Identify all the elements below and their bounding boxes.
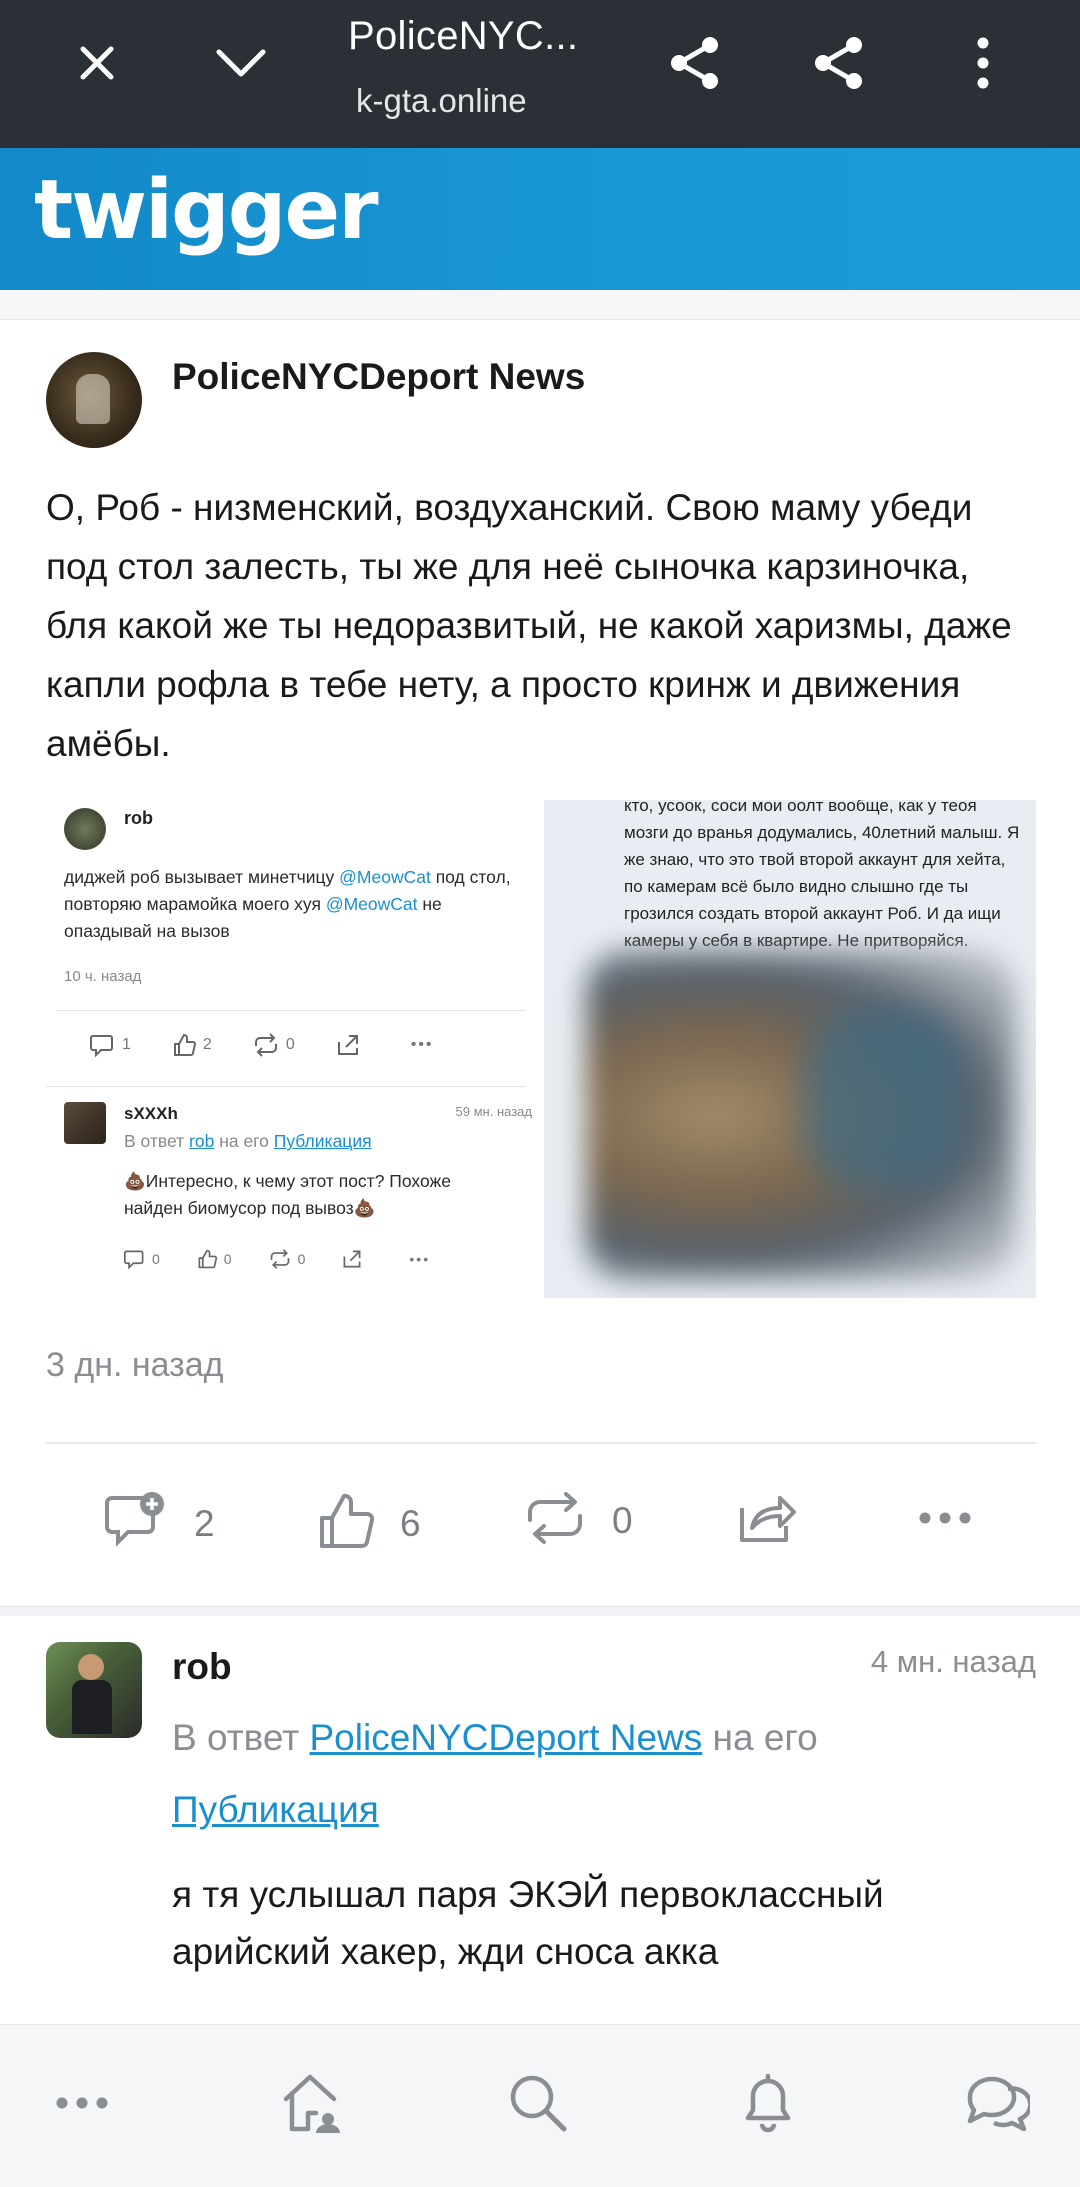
site-logo[interactable]: twigger	[34, 170, 379, 252]
chat-icon[interactable]	[960, 2067, 1032, 2139]
embedded-reply-author: sXXXh	[124, 1104, 178, 1123]
search-icon[interactable]	[502, 2067, 574, 2139]
share-out-icon	[335, 1032, 361, 1058]
embedded-screenshot-right: кто, усоок, соси мои оолт вообще, как у …	[544, 800, 1036, 1298]
repost-button[interactable]: 0	[522, 1488, 633, 1553]
page-url: k-gta.online	[356, 82, 527, 119]
comment-icon	[90, 1032, 116, 1058]
share-button[interactable]	[736, 1488, 798, 1553]
avatar[interactable]	[46, 352, 142, 448]
embedded-reply-time: 59 мн. назад	[455, 1104, 532, 1119]
share-icon-secondary[interactable]	[804, 28, 874, 98]
bell-icon[interactable]	[732, 2067, 804, 2139]
reply-target-link[interactable]: PoliceNYCDeport News	[310, 1717, 703, 1758]
comment-icon	[124, 1248, 146, 1270]
more-vertical-icon[interactable]	[948, 28, 1018, 98]
more-icon: •••	[410, 1036, 434, 1053]
divider	[46, 1086, 526, 1087]
repost-icon	[252, 1032, 280, 1058]
blurred-photo-detail	[804, 1010, 964, 1190]
post-author[interactable]: PoliceNYCDeport News	[172, 356, 585, 398]
more-options-button[interactable]	[918, 1510, 972, 1531]
comment-button[interactable]: 2	[104, 1488, 215, 1559]
embedded-reply-context: В ответ rob на его Публикация	[124, 1131, 372, 1151]
reply-text: я тя услышал паря ЭКЭЙ первоклассный ари…	[172, 1874, 884, 1972]
comment-count: 2	[194, 1502, 215, 1544]
bottom-nav	[0, 2024, 1080, 2187]
close-icon[interactable]	[62, 28, 132, 98]
reply-context: В ответ PoliceNYCDeport News на его Публи…	[172, 1717, 818, 1830]
embedded-author: rob	[124, 808, 153, 828]
post-image[interactable]: rob диджей роб вызывает минетчицу @MeowC…	[46, 800, 1036, 1298]
share-icon[interactable]	[660, 28, 730, 98]
like-icon	[316, 1488, 376, 1559]
embedded-reply-actions: 0 0 0 •••	[124, 1248, 430, 1270]
avatar[interactable]	[46, 1642, 142, 1738]
home-icon[interactable]	[276, 2067, 348, 2139]
embedded-post-text: диджей роб вызывает минетчицу @MeowCat п…	[64, 867, 511, 941]
like-count: 6	[400, 1502, 421, 1544]
divider	[56, 1010, 526, 1011]
avatar	[64, 1102, 106, 1144]
repost-count: 0	[612, 1499, 633, 1541]
site-header: twigger	[0, 148, 1080, 290]
page-title: PoliceNYC...	[348, 14, 579, 58]
reply-author[interactable]: rob	[172, 1646, 232, 1688]
post-text: О, Роб - низменский, воздуханский. Свою …	[46, 487, 1012, 764]
header-divider	[0, 290, 1080, 320]
embedded-actions: 1 2 0 •••	[90, 1032, 434, 1058]
repost-icon	[268, 1248, 292, 1270]
browser-toolbar: PoliceNYC... k-gta.online	[0, 0, 1080, 148]
embedded-post-time: 10 ч. назад	[64, 968, 142, 985]
comment-add-icon	[104, 1488, 170, 1559]
avatar	[64, 808, 106, 850]
share-out-icon	[736, 1488, 798, 1553]
section-divider	[0, 1606, 1080, 1616]
like-icon	[196, 1248, 218, 1270]
more-icon: •••	[409, 1251, 431, 1267]
reply-timestamp: 4 мн. назад	[870, 1644, 1036, 1679]
embedded-reply-text: 💩Интересно, к чему этот пост? Похоже най…	[124, 1171, 451, 1218]
post-timestamp: 3 дн. назад	[46, 1346, 224, 1384]
more-horizontal-icon	[918, 1510, 972, 1531]
publication-link[interactable]: Публикация	[172, 1789, 379, 1830]
share-out-icon	[341, 1248, 363, 1270]
embedded-right-text: кто, усоок, соси мои оолт вообще, как у …	[624, 800, 1020, 950]
embedded-screenshot-left: rob диджей роб вызывает минетчицу @MeowC…	[46, 800, 542, 1298]
repost-icon	[522, 1488, 588, 1553]
chevron-down-icon[interactable]	[206, 28, 276, 98]
like-icon	[171, 1032, 197, 1058]
divider	[46, 1442, 1036, 1444]
like-button[interactable]: 6	[316, 1488, 421, 1559]
menu-dots-icon[interactable]	[46, 2067, 118, 2139]
